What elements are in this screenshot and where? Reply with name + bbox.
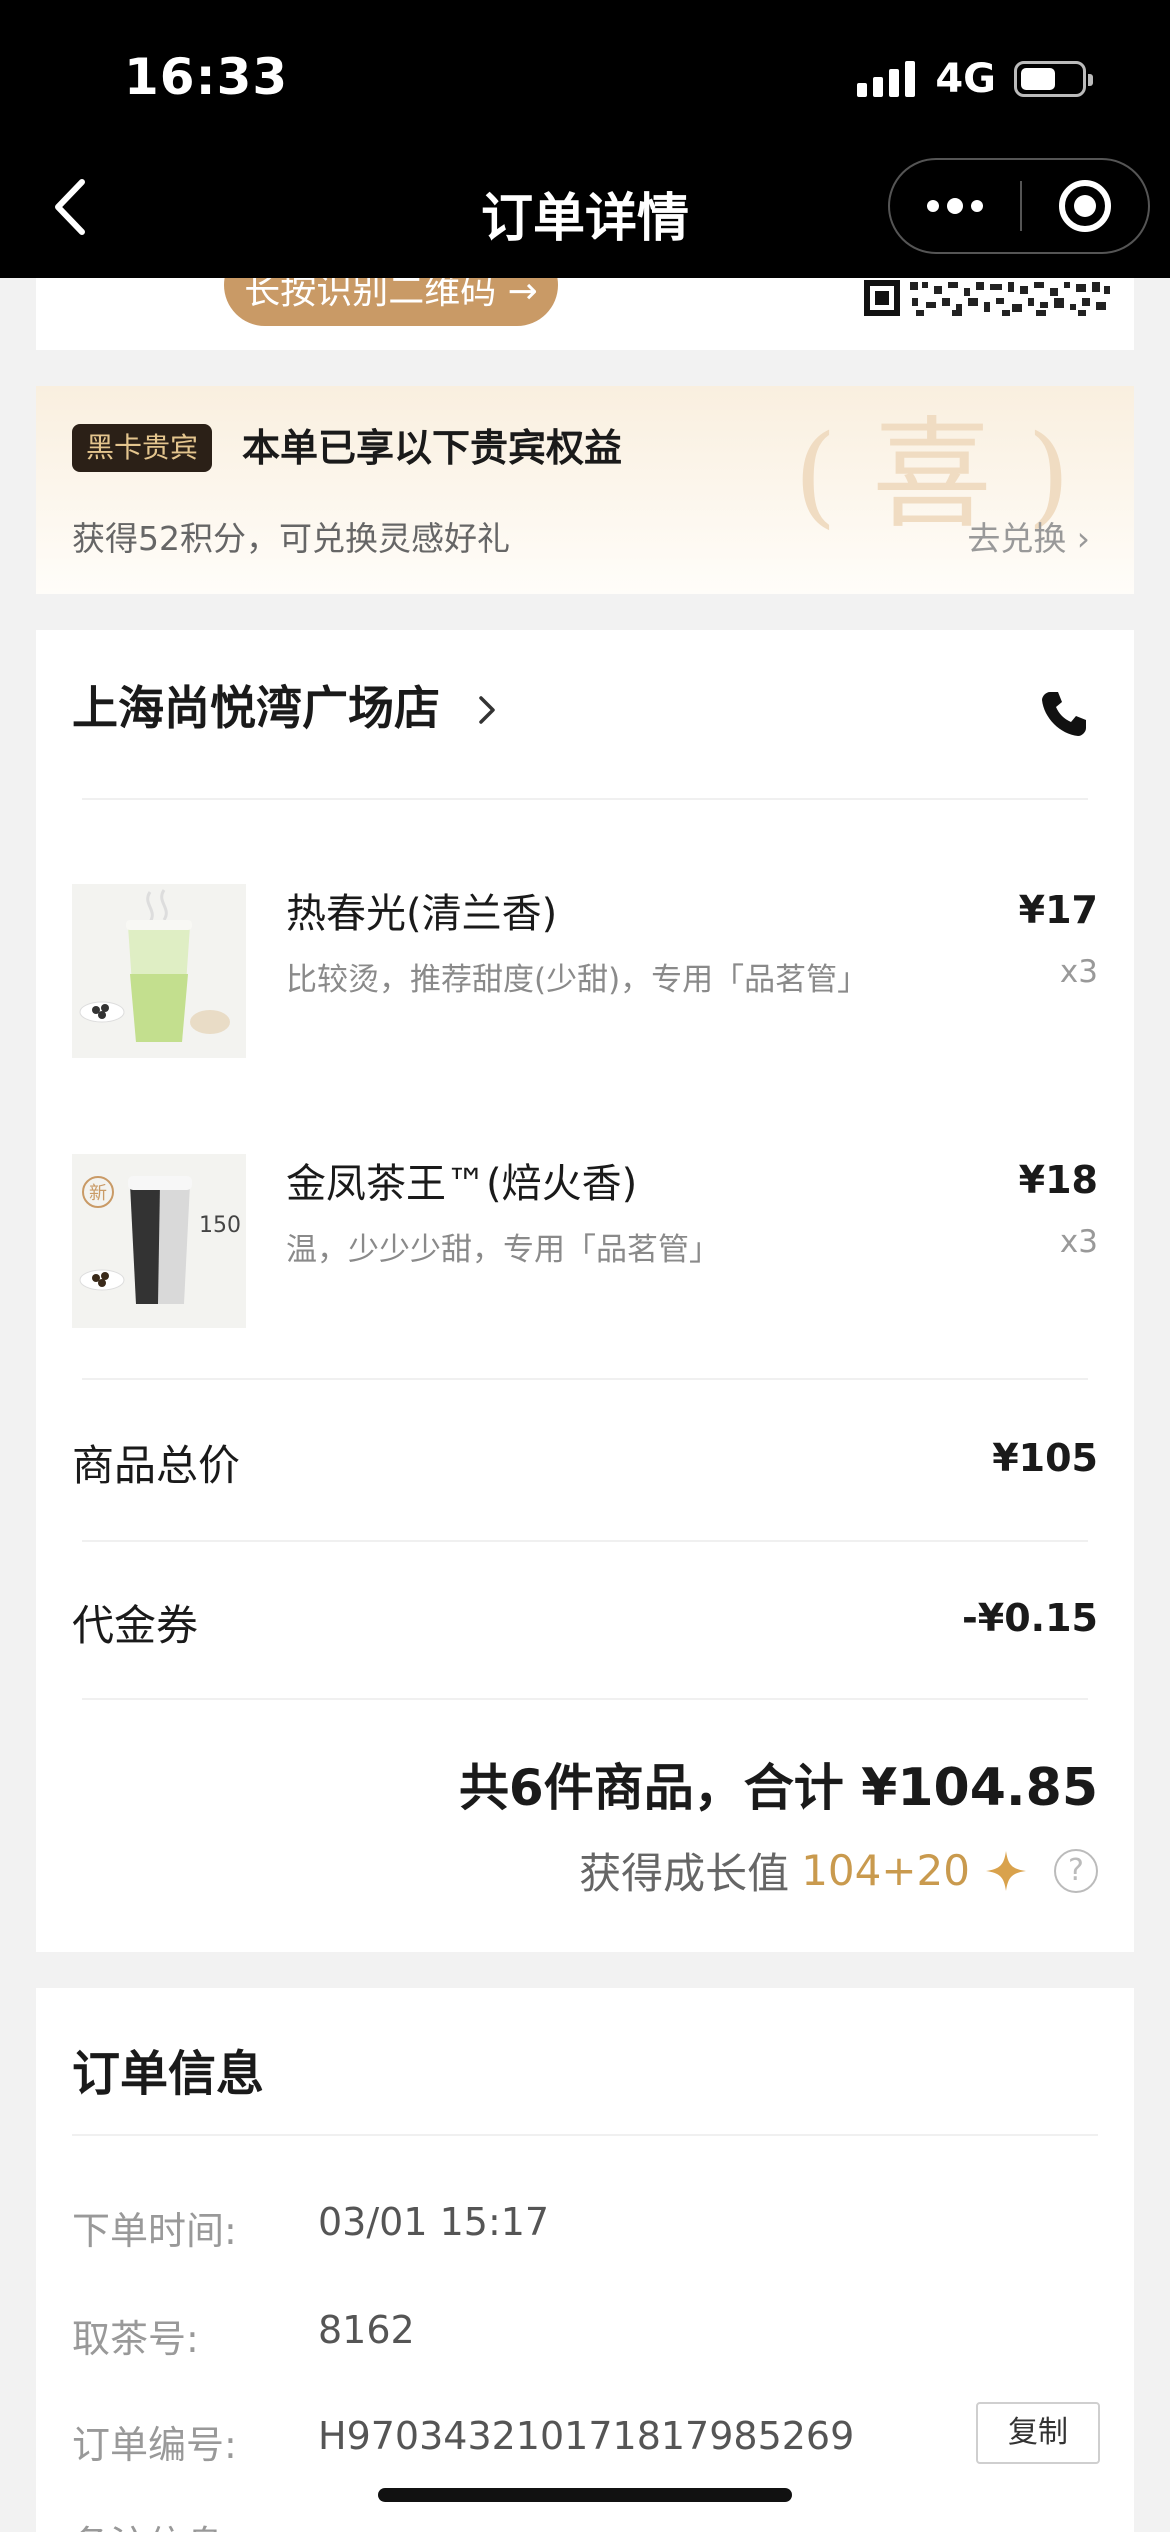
store-name[interactable]: 上海尚悦湾广场店: [72, 676, 440, 740]
help-circle-icon[interactable]: ?: [1054, 1848, 1098, 1893]
pickup-number-label: 取茶号:: [72, 2317, 199, 2361]
total-prefix: 共6件商品，合计: [458, 1759, 844, 1817]
sparkle-icon: [986, 1850, 1026, 1891]
battery-icon: [1014, 61, 1093, 97]
growth-label: 获得成长值: [579, 1849, 790, 1898]
product-image: [72, 884, 246, 1058]
vip-benefits-card[interactable]: 喜 黑卡贵宾 本单已享以下贵宾权益 获得52积分，可兑换灵感好礼 去兑换 ›: [36, 386, 1134, 594]
subtotal-label: 商品总价: [72, 1441, 241, 1490]
order-number-value: H970343210171817985269: [318, 2414, 855, 2458]
scan-qr-button[interactable]: 长按识别二维码 →: [224, 278, 558, 326]
product-image: 新 150: [72, 1154, 246, 1328]
order-info-title: 订单信息: [72, 2046, 265, 2102]
copy-button[interactable]: 复制: [976, 2402, 1100, 2464]
status-icons: 4G: [857, 56, 1093, 102]
home-indicator[interactable]: [378, 2488, 792, 2502]
vip-badge: 黑卡贵宾: [72, 424, 213, 472]
growth-points: 获得成长值 104+20 ?: [579, 1840, 1098, 1901]
voucher-label: 代金券: [72, 1601, 199, 1650]
subtotal-value: ¥105: [992, 1436, 1098, 1480]
vip-points-text: 获得52积分，可兑换灵感好礼: [72, 519, 510, 558]
signal-icon: [857, 61, 916, 97]
more-dots-icon[interactable]: [890, 160, 1020, 252]
remark-label: 备注信息: [72, 2514, 224, 2532]
order-info-card: 订单信息 下单时间: 03/01 15:17 取茶号: 8162 订单编号: H…: [36, 1988, 1134, 2532]
qr-code-card: 长按识别二维码 →: [36, 278, 1134, 350]
item-spec: 温，少少少甜，专用「品茗管」: [286, 1232, 720, 1268]
order-items-card: 上海尚悦湾广场店 热春光(清兰香) 比较烫，推荐甜度(少甜)，专用「品茗管」 ¥…: [36, 630, 1134, 1952]
vip-title: 本单已享以下贵宾权益: [242, 426, 623, 470]
pickup-number-value: 8162: [318, 2308, 415, 2352]
divider: [82, 1698, 1088, 1700]
redeem-link[interactable]: 去兑换 ›: [967, 512, 1090, 560]
chevron-right-icon[interactable]: [474, 692, 500, 728]
mini-program-capsule: [888, 158, 1150, 254]
item-spec: 比较烫，推荐甜度(少甜)，专用「品茗管」: [286, 962, 869, 998]
item-price: ¥17: [1018, 888, 1098, 932]
order-item[interactable]: 新 150 金凤茶王™(焙火香) 温，少少少甜，专用「品茗管」 ¥18 x3: [36, 1154, 1134, 1330]
network-type: 4G: [935, 56, 996, 102]
new-tag: 新: [89, 1183, 107, 1204]
order-time-value: 03/01 15:17: [318, 2200, 550, 2244]
growth-value: 104+20: [801, 1846, 970, 1895]
order-item[interactable]: 热春光(清兰香) 比较烫，推荐甜度(少甜)，专用「品茗管」 ¥17 x3: [36, 884, 1134, 1060]
qr-code-image: [864, 280, 1110, 316]
divider: [82, 798, 1088, 800]
order-number-label: 订单编号:: [72, 2423, 237, 2467]
item-price: ¥18: [1018, 1158, 1098, 1202]
item-name: 金凤茶王™(焙火香): [286, 1161, 638, 1207]
top-bar: 16:33 4G 订单详情: [0, 0, 1170, 278]
item-name: 热春光(清兰香): [286, 891, 558, 937]
divider: [72, 2134, 1098, 2136]
calorie-label: 150: [199, 1213, 241, 1238]
status-time: 16:33: [124, 48, 289, 106]
order-time-label: 下单时间:: [72, 2209, 237, 2253]
target-icon[interactable]: [1022, 160, 1148, 252]
order-total: 共6件商品，合计 ¥104.85: [459, 1748, 1098, 1820]
item-quantity: x3: [1059, 954, 1098, 990]
divider: [82, 1540, 1088, 1542]
item-quantity: x3: [1059, 1224, 1098, 1260]
divider: [82, 1378, 1088, 1380]
total-value: ¥104.85: [861, 1758, 1098, 1818]
voucher-value: -¥0.15: [962, 1596, 1098, 1640]
phone-icon[interactable]: [1038, 688, 1090, 740]
